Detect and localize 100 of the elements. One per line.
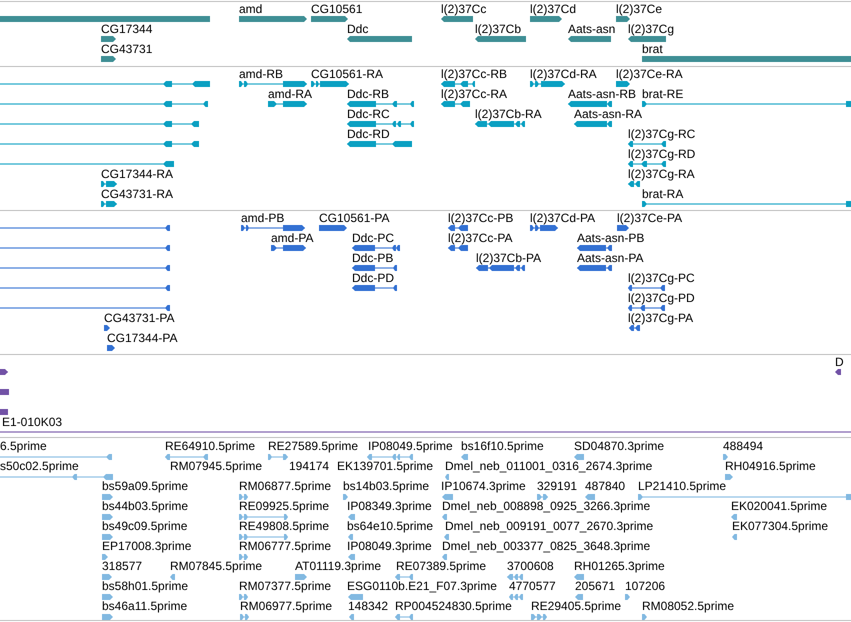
feature-label: brat-RE (642, 88, 684, 101)
feature-label: RM07845.5prime (170, 560, 262, 573)
feature-label: CG10561-RA (311, 68, 384, 81)
feature-label: D (835, 356, 844, 369)
feature-label: RH04916.5prime (725, 460, 816, 473)
feature-label: s50c02.5prime (0, 460, 79, 473)
feature-label: Ddc-PD (352, 272, 394, 285)
feature-label: AT01119.3prime (295, 560, 382, 573)
feature-label: LP21410.5prime (638, 480, 726, 493)
feature-label: Dmel_neb_011001_0316_2674.3prime (445, 460, 652, 473)
feature-label: Dmel_neb_008898_0925_3266.3prime (442, 500, 650, 513)
feature-label: SD04870.3prime (574, 440, 664, 453)
feature-label: Dmel_neb_003377_0825_3648.3prime (442, 540, 650, 553)
feature-label: l(2)37Cb (475, 23, 522, 36)
feature-label: ESG0110b.E21_F07.3prime (347, 580, 497, 593)
feature-label: brat-RA (642, 188, 684, 201)
feature-label: amd-RA (268, 88, 312, 101)
feature-label: CG10561-PA (319, 212, 390, 225)
feature-label: bs58h01.5prime (102, 580, 188, 593)
feature-label: RM08052.5prime (642, 600, 734, 613)
feature-label: IP10674.3prime (441, 480, 526, 493)
feature-label: CG43731-RA (101, 188, 174, 201)
feature-label: l(2)37Ce (616, 3, 662, 16)
feature-label: 6.5prime (0, 440, 47, 453)
feature-label: Ddc-RD (347, 128, 390, 141)
feature-label: l(2)37Cb-PA (476, 252, 542, 265)
feature-label: Dmel_neb_009191_0077_2670.3prime (445, 520, 654, 533)
feature-label: IP08349.3prime (347, 500, 432, 513)
feature-label: RH01265.3prime (574, 560, 665, 573)
feature-label: Aats-asn-RB (568, 88, 636, 101)
feature-label: RE64910.5prime (165, 440, 256, 453)
feature-label: amd-PB (241, 212, 284, 225)
feature-label: Aats-asn-PB (577, 232, 644, 245)
feature-label: l(2)37Cg-PD (628, 292, 695, 305)
feature-label: l(2)37Cd (530, 3, 576, 16)
feature-label: 194174 (289, 460, 330, 473)
feature-label: l(2)37Cg-PC (628, 272, 695, 285)
feature-label: E1-010K03 (2, 416, 62, 429)
feature-label: l(2)37Cg-RD (628, 148, 696, 161)
feature-label: EK139701.5prime (337, 460, 434, 473)
feature-label: Ddc-PB (352, 252, 394, 265)
feature-label: 318577 (102, 560, 142, 573)
feature-label: 205671 (575, 580, 616, 593)
feature-label: Ddc-RC (347, 108, 390, 121)
feature-label: bs49c09.5prime (102, 520, 188, 533)
feature-label: bs64e10.5prime (347, 520, 434, 533)
feature-label: EK077304.5prime (732, 520, 828, 533)
feature-label: CG43731-PA (104, 312, 174, 325)
feature-label: RM06877.5prime (239, 480, 332, 493)
feature-label: Ddc-RB (347, 88, 390, 101)
feature-label: bs44b03.5prime (102, 500, 188, 513)
feature-label: CG43731 (101, 43, 152, 56)
feature-label: Aats-asn-PA (577, 252, 644, 265)
feature-label: 148342 (348, 600, 388, 613)
feature-label: Ddc-PC (352, 232, 394, 245)
feature-label: l(2)37Cc-RA (441, 88, 508, 101)
feature-label: l(2)37Cd-RA (530, 68, 597, 81)
feature-label: RM07945.5prime (170, 460, 262, 473)
feature-label: l(2)37Cb-RA (475, 108, 542, 121)
feature-label: amd-PA (271, 232, 314, 245)
feature-label: RE09925.5prime (239, 500, 330, 513)
feature-label: l(2)37Cg-PA (628, 312, 694, 325)
feature-label: CG17344-RA (101, 168, 174, 181)
feature-label: RE49808.5prime (239, 520, 330, 533)
feature-label: Ddc (347, 23, 368, 36)
feature-label: 4770577 (509, 580, 556, 593)
feature-label: RM06977.5prime (240, 600, 332, 613)
feature-label: Aats-asn (568, 23, 616, 36)
feature-label: l(2)37Cg-RC (628, 128, 696, 141)
feature-label: EP17008.3prime (102, 540, 192, 553)
feature-label: 107206 (625, 580, 666, 593)
feature-label: 488494 (723, 440, 764, 453)
feature-label: l(2)37Cg (628, 23, 674, 36)
feature-label: CG17344-PA (107, 332, 178, 345)
feature-label: CG17344 (101, 23, 152, 36)
feature-label: RE29405.5prime (531, 600, 622, 613)
feature-label: bs14b03.5prime (343, 480, 430, 493)
feature-label: Aats-asn-RA (574, 108, 642, 121)
feature-label: l(2)37Ce-PA (617, 212, 682, 225)
feature-label: amd (239, 3, 262, 16)
feature-label: l(2)37Cg-RA (628, 168, 695, 181)
feature-label: CG10561 (311, 3, 362, 16)
feature-label: RM06777.5prime (239, 540, 332, 553)
feature-label: 487840 (585, 480, 626, 493)
feature-label: l(2)37Cc-PB (448, 212, 514, 225)
feature-label: RE27589.5prime (268, 440, 358, 453)
feature-label: bs59a09.5prime (102, 480, 188, 493)
feature-label: IP08049.5prime (368, 440, 453, 453)
feature-label: l(2)37Cc-PA (448, 232, 512, 245)
feature-label: l(2)37Cd-PA (530, 212, 596, 225)
feature-label: bs46a11.5prime (102, 600, 188, 613)
feature-label: l(2)37Ce-RA (616, 68, 683, 81)
feature-label: IP08049.3prime (347, 540, 432, 553)
feature-label: brat (642, 43, 663, 56)
feature-label: RE07389.5prime (396, 560, 486, 573)
feature-label: 329191 (537, 480, 578, 493)
feature-label: EK020041.5prime (731, 500, 828, 513)
feature-label: l(2)37Cc (441, 3, 486, 16)
feature-label: 3700608 (507, 560, 554, 573)
feature-label: l(2)37Cc-RB (441, 68, 508, 81)
